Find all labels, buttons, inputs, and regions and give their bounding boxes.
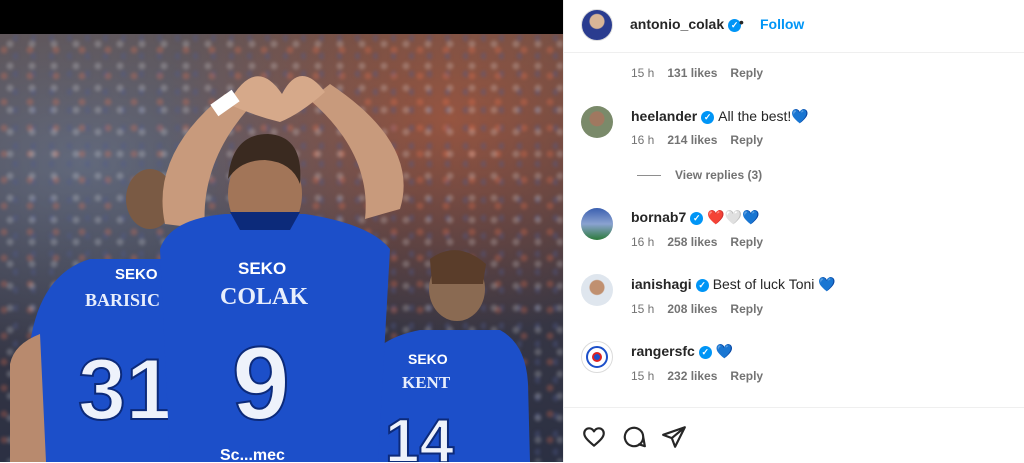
comments-panel: antonio_colak ✓ • Follow 15 h 131 likes Rep… bbox=[563, 0, 1024, 462]
author-avatar[interactable] bbox=[581, 9, 613, 41]
photo-top-bar bbox=[0, 0, 563, 34]
comment-meta: 15 h 131 likes Reply bbox=[631, 66, 776, 80]
comment-icon[interactable] bbox=[621, 424, 647, 450]
replies-line bbox=[637, 175, 661, 177]
comment-time: 15 h bbox=[631, 66, 655, 80]
jersey-number-barisic: 31 bbox=[78, 342, 174, 438]
reply-button[interactable]: Reply bbox=[730, 235, 763, 249]
comment-rangersfc: rangersfc ✓ 💙 bbox=[631, 343, 733, 360]
players-illustration: SEKO BARISIC 31 SEKO KENT 14 SEKO COLAK … bbox=[10, 75, 530, 462]
comment-bornab7: bornab7 ✓ ❤️🤍💙 bbox=[631, 209, 760, 226]
comment-meta: 15 h 208 likes Reply bbox=[631, 302, 776, 316]
post-photo: SEKO BARISIC 31 SEKO KENT 14 SEKO COLAK … bbox=[0, 0, 563, 462]
heart-icon[interactable] bbox=[581, 424, 607, 450]
comment-likes[interactable]: 214 likes bbox=[667, 133, 717, 147]
jersey-sponsor-barisic: SEKO bbox=[115, 266, 158, 283]
photo-scene: SEKO BARISIC 31 SEKO KENT 14 SEKO COLAK … bbox=[0, 34, 563, 462]
comment-avatar-bornab7[interactable] bbox=[581, 208, 613, 240]
comment-username[interactable]: rangersfc bbox=[631, 343, 695, 359]
verified-icon: ✓ bbox=[690, 212, 704, 225]
reply-button[interactable]: Reply bbox=[730, 66, 763, 80]
reply-button[interactable]: Reply bbox=[730, 133, 763, 147]
post-header: antonio_colak ✓ • Follow bbox=[564, 0, 1024, 53]
comment-text: 💙 bbox=[715, 343, 734, 359]
comment-heelander: heelander ✓ All the best!💙 bbox=[631, 108, 809, 125]
author-username[interactable]: antonio_colak ✓ bbox=[630, 16, 742, 32]
verified-icon: ✓ bbox=[698, 346, 712, 359]
post-actions bbox=[564, 407, 1024, 463]
share-icon[interactable] bbox=[661, 424, 687, 450]
player-colak: SEKO COLAK 9 Sc...mec bbox=[160, 75, 404, 462]
rangers-crest-icon bbox=[586, 346, 608, 368]
jersey-sponsor-bottom: Sc...mec bbox=[220, 447, 285, 462]
comment-likes[interactable]: 131 likes bbox=[667, 66, 717, 80]
view-replies-button[interactable]: View replies (3) bbox=[637, 168, 762, 182]
jersey-sponsor-kent: SEKO bbox=[408, 351, 448, 367]
comment-text: All the best!💙 bbox=[718, 108, 809, 124]
follow-button[interactable]: Follow bbox=[760, 16, 804, 32]
comment-ianishagi: ianishagi ✓ Best of luck Toni 💙 bbox=[631, 276, 836, 293]
reply-button[interactable]: Reply bbox=[730, 302, 763, 316]
comment-likes[interactable]: 258 likes bbox=[667, 235, 717, 249]
comment-time: 15 h bbox=[631, 369, 655, 383]
comment-username[interactable]: ianishagi bbox=[631, 276, 692, 292]
comment-text: ❤️🤍💙 bbox=[707, 209, 760, 225]
comment-likes[interactable]: 232 likes bbox=[667, 369, 717, 383]
jersey-name-barisic: BARISIC bbox=[85, 290, 160, 310]
comment-likes[interactable]: 208 likes bbox=[667, 302, 717, 316]
reply-button[interactable]: Reply bbox=[730, 369, 763, 383]
verified-icon: ✓ bbox=[695, 279, 709, 292]
comment-meta: 16 h 214 likes Reply bbox=[631, 133, 776, 147]
jersey-name-kent: KENT bbox=[402, 373, 451, 392]
comment-username[interactable]: heelander bbox=[631, 108, 697, 124]
comment-avatar-rangersfc[interactable] bbox=[581, 341, 613, 373]
comment-time: 16 h bbox=[631, 235, 655, 249]
jersey-sponsor-colak: SEKO bbox=[238, 259, 286, 278]
comment-meta: 15 h 232 likes Reply bbox=[631, 369, 776, 383]
verified-icon: ✓ bbox=[701, 111, 715, 124]
view-replies-label[interactable]: View replies (3) bbox=[675, 168, 762, 182]
comment-meta: 16 h 258 likes Reply bbox=[631, 235, 776, 249]
comment-time: 16 h bbox=[631, 133, 655, 147]
jersey-name-colak: COLAK bbox=[220, 284, 308, 310]
comment-avatar-heelander[interactable] bbox=[581, 106, 613, 138]
comment-text: Best of luck Toni 💙 bbox=[712, 276, 836, 292]
author-username-text[interactable]: antonio_colak bbox=[630, 16, 724, 32]
separator-dot: • bbox=[739, 14, 744, 30]
comment-username[interactable]: bornab7 bbox=[631, 209, 686, 225]
jersey-number-kent: 14 bbox=[385, 407, 454, 462]
comment-time: 15 h bbox=[631, 302, 655, 316]
comment-avatar-ianishagi[interactable] bbox=[581, 274, 613, 306]
jersey-number-colak: 9 bbox=[232, 326, 290, 442]
